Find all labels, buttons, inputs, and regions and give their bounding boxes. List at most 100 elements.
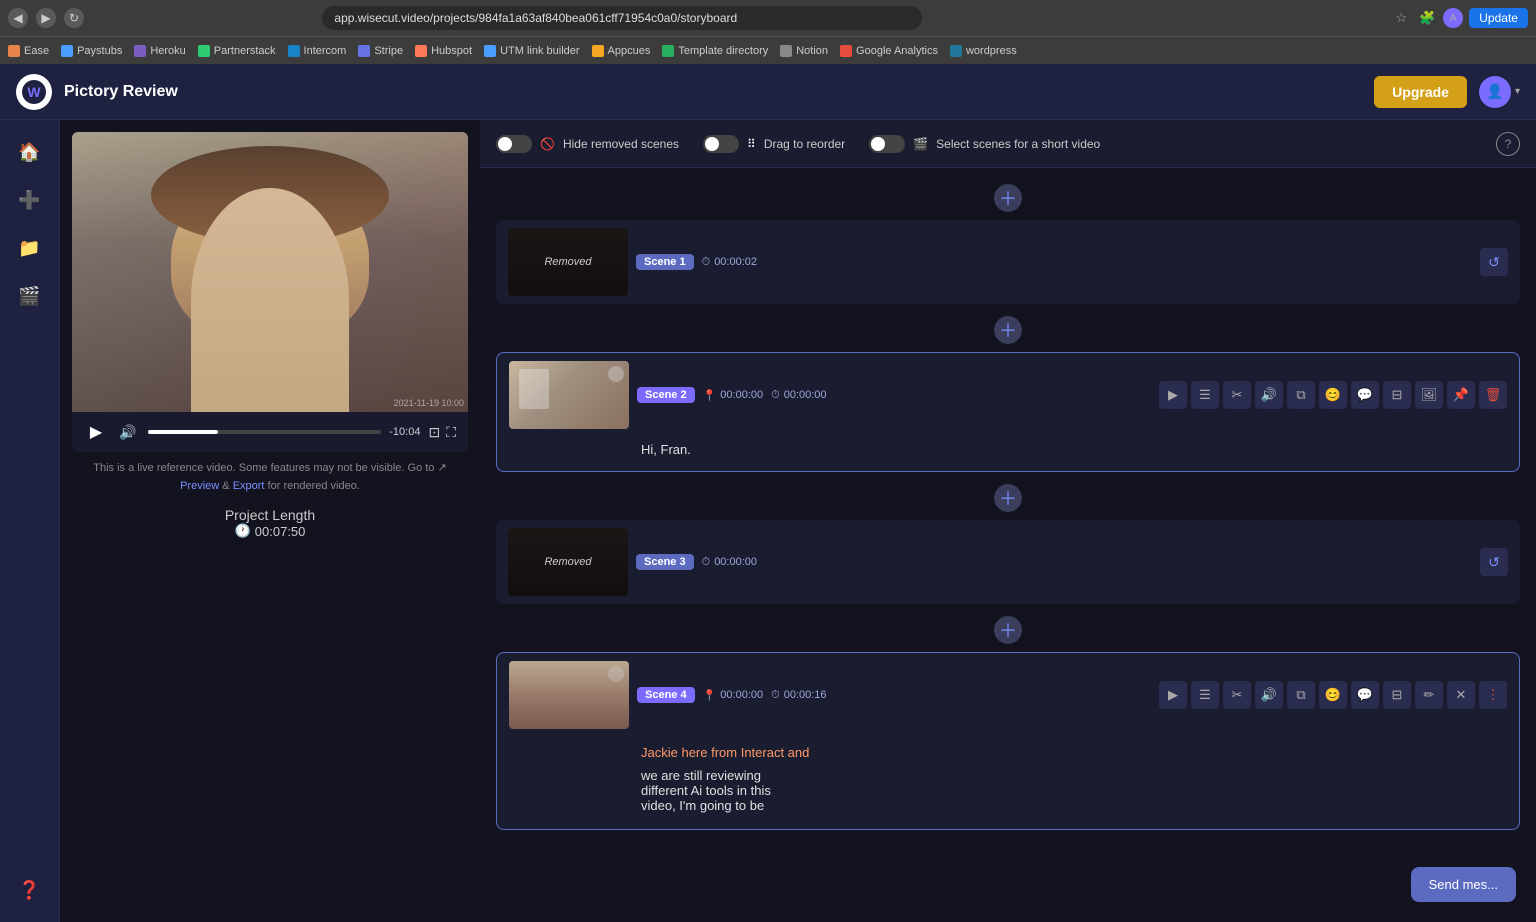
scene-2-emoji-btn[interactable]: 😊	[1319, 381, 1347, 409]
video-info: This is a live reference video. Some fea…	[72, 460, 468, 495]
video-placeholder: 2021-11-19 10:00	[72, 132, 468, 412]
bookmark-utm[interactable]: UTM link builder	[484, 45, 579, 57]
scene-card-3: Removed Scene 3 ⏱ 00:00:00 ↺	[496, 520, 1520, 604]
scene-4-volume-btn[interactable]: 🔊	[1255, 681, 1283, 709]
project-length-time: 00:07:50	[255, 524, 306, 539]
add-scene-row-2-3: ＋	[496, 476, 1520, 520]
app-logo[interactable]: W	[16, 74, 52, 110]
scene-4-list-btn[interactable]: ☰	[1191, 681, 1219, 709]
export-link[interactable]: Export	[233, 480, 265, 492]
scene-4-subtitle-btn[interactable]: ⊟	[1383, 681, 1411, 709]
scene-4-play-btn[interactable]: ▶	[1159, 681, 1187, 709]
scene-2-subtitle-btn[interactable]: ⊟	[1383, 381, 1411, 409]
scene-1-time: ⏱ 00:00:02	[702, 256, 757, 269]
add-scene-button-2-3[interactable]: ＋	[994, 484, 1022, 512]
sidebar-item-folder[interactable]: 📁	[10, 228, 50, 268]
video-timestamp-overlay: 2021-11-19 10:00	[394, 398, 464, 408]
scene-3-restore-button[interactable]: ↺	[1480, 548, 1508, 576]
add-scene-button-1-2[interactable]: ＋	[994, 316, 1022, 344]
scene-2-scissors-btn[interactable]: ✂	[1223, 381, 1251, 409]
scene-4-emoji-btn[interactable]: 😊	[1319, 681, 1347, 709]
appcues-favicon	[592, 45, 604, 57]
picture-in-picture-btn[interactable]: ⊡	[428, 424, 440, 441]
scene-4-position-val: 00:00:00	[720, 689, 763, 701]
scene-2-meta-top: Scene 2 📍 00:00:00 ⏱ 00:00:00	[637, 387, 1151, 403]
sidebar-item-home[interactable]: 🏠	[10, 132, 50, 172]
scene-2-badge: Scene 2	[637, 387, 695, 403]
scene-4-thumbnail	[509, 661, 629, 729]
scene-4-edit-btn[interactable]: ✏	[1415, 681, 1443, 709]
scene-4-meta: Scene 4 📍 00:00:00 ⏱ 00:00:16	[637, 687, 1151, 703]
scene-2-list-btn[interactable]: ☰	[1191, 381, 1219, 409]
play-button[interactable]: ▶	[84, 420, 108, 444]
bookmark-wordpress[interactable]: wordpress	[950, 45, 1017, 57]
bookmark-partnerstack[interactable]: Partnerstack	[198, 45, 276, 57]
drag-reorder-toggle[interactable]	[703, 135, 739, 153]
bookmark-template[interactable]: Template directory	[662, 45, 768, 57]
bookmark-icon[interactable]: ☆	[1391, 8, 1411, 28]
scene-2-delete-btn[interactable]: 🗑	[1479, 381, 1507, 409]
update-button[interactable]: Update	[1469, 8, 1528, 28]
fullscreen-btn[interactable]: ⛶	[446, 424, 456, 441]
bookmark-hubspot[interactable]: Hubspot	[415, 45, 472, 57]
bookmark-appcues[interactable]: Appcues	[592, 45, 651, 57]
profile-icon[interactable]: A	[1443, 8, 1463, 28]
template-favicon	[662, 45, 674, 57]
scene-2-position: 📍 00:00:00	[703, 389, 764, 402]
select-short-toggle[interactable]	[869, 135, 905, 153]
preview-link[interactable]: Preview	[180, 480, 219, 492]
bookmark-template-label: Template directory	[678, 45, 768, 57]
hide-removed-toggle[interactable]	[496, 135, 532, 153]
avatar[interactable]: 👤	[1479, 76, 1511, 108]
scene-2-caption-btn[interactable]: 💬	[1351, 381, 1379, 409]
scene-4-caption-btn[interactable]: 💬	[1351, 681, 1379, 709]
url-bar[interactable]: app.wisecut.video/projects/984fa1a63af84…	[322, 6, 922, 30]
send-message-button[interactable]: Send mes...	[1411, 867, 1516, 902]
scene-1-removed-overlay: Removed	[508, 228, 628, 296]
bookmark-intercom[interactable]: Intercom	[288, 45, 347, 57]
forward-btn[interactable]: ▶	[36, 8, 56, 28]
bookmark-ga-label: Google Analytics	[856, 45, 938, 57]
add-scene-button-top[interactable]: ＋	[994, 184, 1022, 212]
removed-label-1: Removed	[544, 256, 591, 268]
volume-button[interactable]: 🔊	[116, 420, 140, 444]
scene-4-copy-btn[interactable]: ⧉	[1287, 681, 1315, 709]
bookmark-hubspot-label: Hubspot	[431, 45, 472, 57]
avatar-chevron-icon[interactable]: ▾	[1515, 86, 1520, 97]
scene-4-delete-btn[interactable]: ⋮	[1479, 681, 1507, 709]
scene-2-play-btn[interactable]: ▶	[1159, 381, 1187, 409]
scene-2-pin-btn[interactable]: 📌	[1447, 381, 1475, 409]
bookmark-paystubs[interactable]: Paystubs	[61, 45, 122, 57]
upgrade-button[interactable]: Upgrade	[1374, 76, 1467, 108]
refresh-btn[interactable]: ↻	[64, 8, 84, 28]
storyboard-panel: 🚫 Hide removed scenes ⠿ Drag to reorder …	[480, 120, 1536, 922]
hide-removed-knob	[498, 137, 512, 151]
add-scene-button-3-4[interactable]: ＋	[994, 616, 1022, 644]
add-scene-row-1-2: ＋	[496, 308, 1520, 352]
scene-1-restore-button[interactable]: ↺	[1480, 248, 1508, 276]
bookmark-intercom-label: Intercom	[304, 45, 347, 57]
scene-2-image-btn[interactable]: 🖼	[1415, 381, 1443, 409]
share-icon: ↗	[438, 462, 447, 474]
sidebar-item-help[interactable]: ❓	[10, 870, 50, 910]
bookmark-notion[interactable]: Notion	[780, 45, 828, 57]
bookmark-ga[interactable]: Google Analytics	[840, 45, 938, 57]
scene-4-close-btn[interactable]: ✕	[1447, 681, 1475, 709]
scene-2-volume-btn[interactable]: 🔊	[1255, 381, 1283, 409]
sidebar-item-media[interactable]: 🎬	[10, 276, 50, 316]
wordpress-favicon	[950, 45, 962, 57]
browser-bar: ◀ ▶ ↻ app.wisecut.video/projects/984fa1a…	[0, 0, 1536, 36]
scene-2-copy-btn[interactable]: ⧉	[1287, 381, 1315, 409]
extensions-icon[interactable]: 🧩	[1417, 8, 1437, 28]
select-short-knob	[871, 137, 885, 151]
bookmark-ease[interactable]: Ease	[8, 45, 49, 57]
progress-bar[interactable]	[148, 430, 381, 434]
help-button[interactable]: ?	[1496, 132, 1520, 156]
scene-3-removed-overlay: Removed	[508, 528, 628, 596]
back-btn[interactable]: ◀	[8, 8, 28, 28]
bookmark-heroku[interactable]: Heroku	[134, 45, 185, 57]
bookmark-stripe[interactable]: Stripe	[358, 45, 403, 57]
scene-4-duration: ⏱ 00:00:16	[771, 689, 826, 702]
sidebar-item-add[interactable]: ➕	[10, 180, 50, 220]
scene-4-scissors-btn[interactable]: ✂	[1223, 681, 1251, 709]
